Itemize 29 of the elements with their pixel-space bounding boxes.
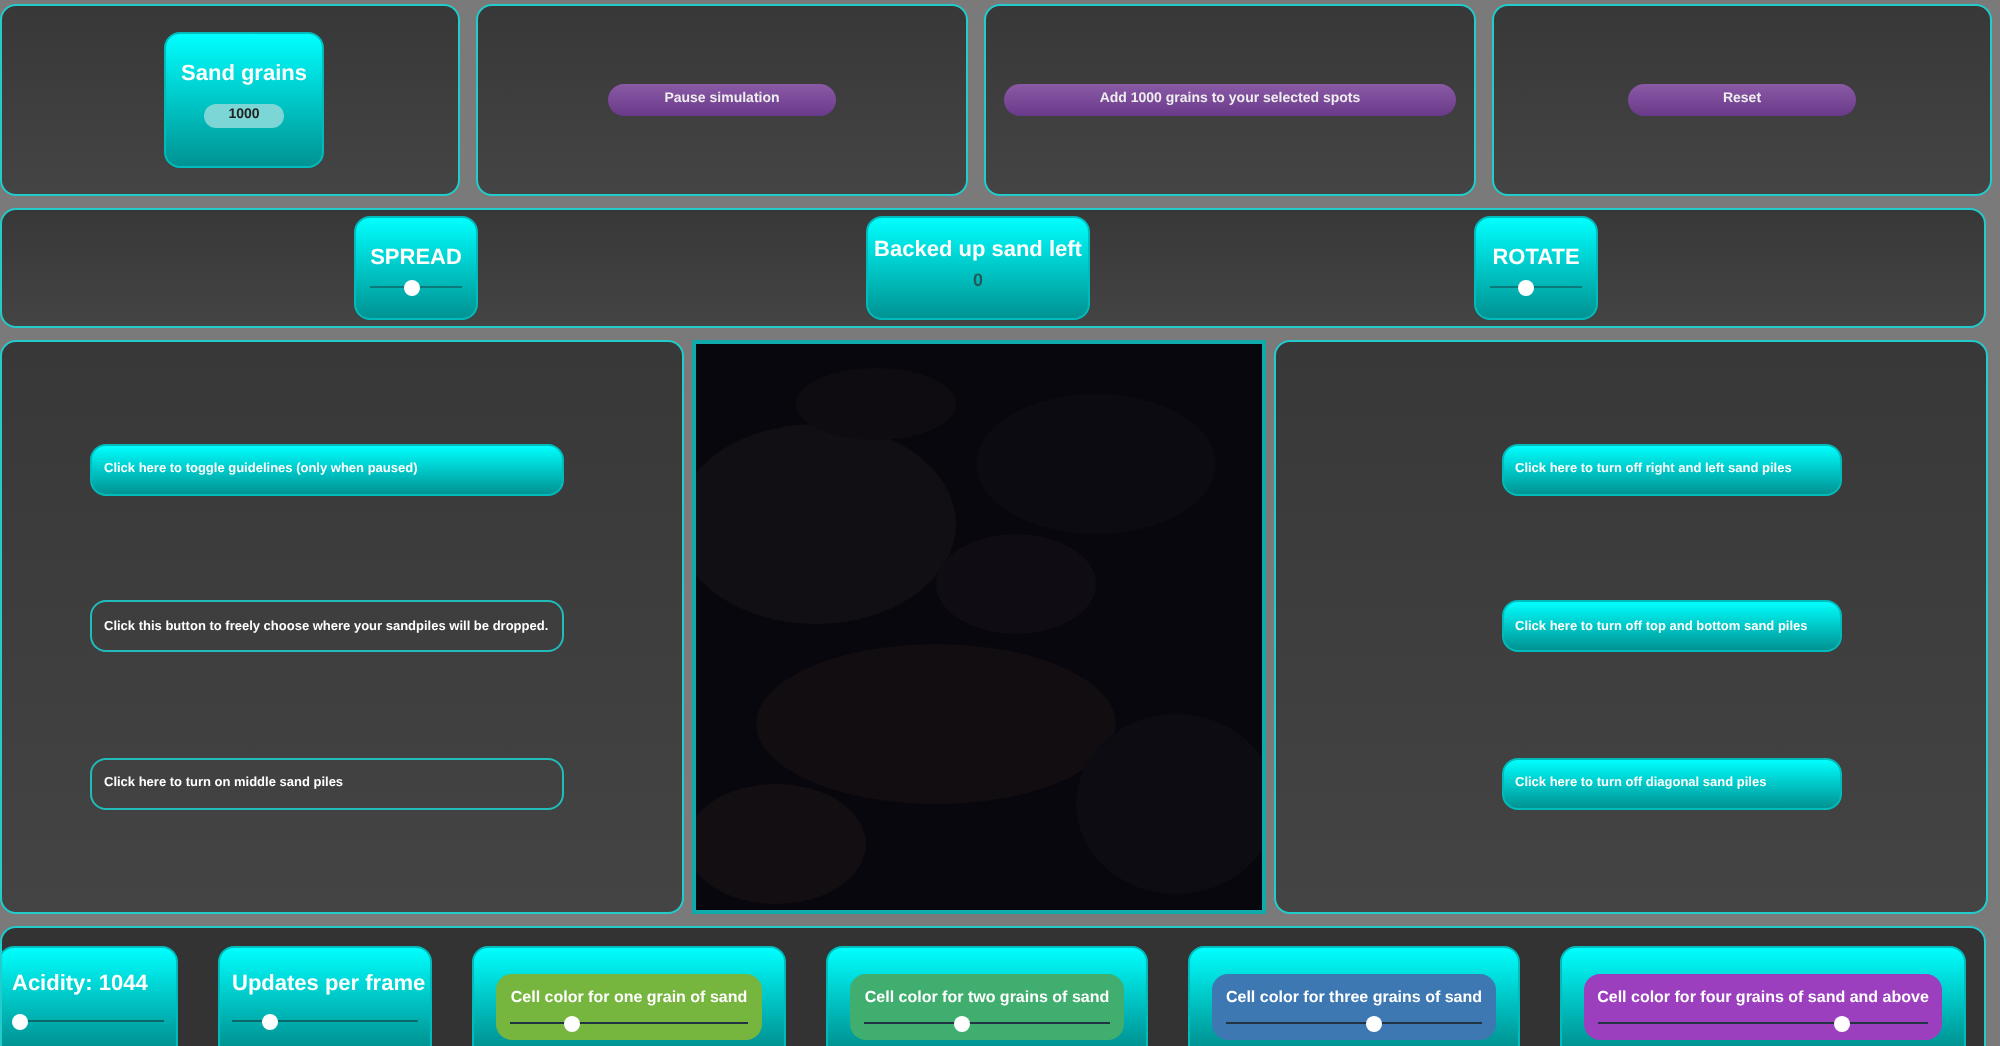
swatch-label: Cell color for three grains of sand bbox=[1225, 988, 1483, 1008]
slider-thumb[interactable] bbox=[1518, 280, 1535, 296]
swatch-label: Cell color for four grains of sand and above bbox=[1597, 988, 1929, 1008]
color-swatch[interactable]: Cell color for four grains of sand and above bbox=[1583, 974, 1943, 1040]
card-title: SPREAD bbox=[370, 246, 462, 270]
slider-thumb[interactable] bbox=[954, 1016, 971, 1032]
card-title: Sand grains bbox=[181, 60, 307, 90]
swatch-label: Cell color for one grain of sand bbox=[510, 988, 748, 1008]
card-title: ROTATE bbox=[1492, 246, 1580, 270]
slider[interactable] bbox=[232, 1012, 418, 1032]
slider-thumb[interactable] bbox=[1366, 1016, 1383, 1032]
color-swatch[interactable]: Cell color for two grains of sand bbox=[850, 974, 1124, 1040]
slider[interactable] bbox=[370, 278, 462, 298]
slider-thumb[interactable] bbox=[261, 1014, 278, 1030]
slider[interactable] bbox=[1490, 278, 1582, 298]
slider-thumb[interactable] bbox=[11, 1014, 28, 1030]
value-text: 0 bbox=[972, 270, 983, 290]
card-title: Acidity: 1044 bbox=[12, 972, 150, 996]
slider[interactable] bbox=[12, 1012, 164, 1032]
slider[interactable] bbox=[510, 1014, 748, 1034]
slider-thumb[interactable] bbox=[1834, 1016, 1851, 1032]
slider-thumb[interactable] bbox=[564, 1016, 581, 1032]
slider[interactable] bbox=[864, 1014, 1110, 1034]
slider[interactable] bbox=[1597, 1014, 1929, 1034]
swatch-label: Cell color for two grains of sand bbox=[864, 988, 1110, 1008]
color-swatch[interactable]: Cell color for three grains of sand bbox=[1211, 974, 1497, 1040]
slider[interactable] bbox=[1225, 1014, 1483, 1034]
slider-thumb[interactable] bbox=[403, 280, 420, 296]
card-title: Backed up sand left bbox=[874, 238, 1082, 262]
